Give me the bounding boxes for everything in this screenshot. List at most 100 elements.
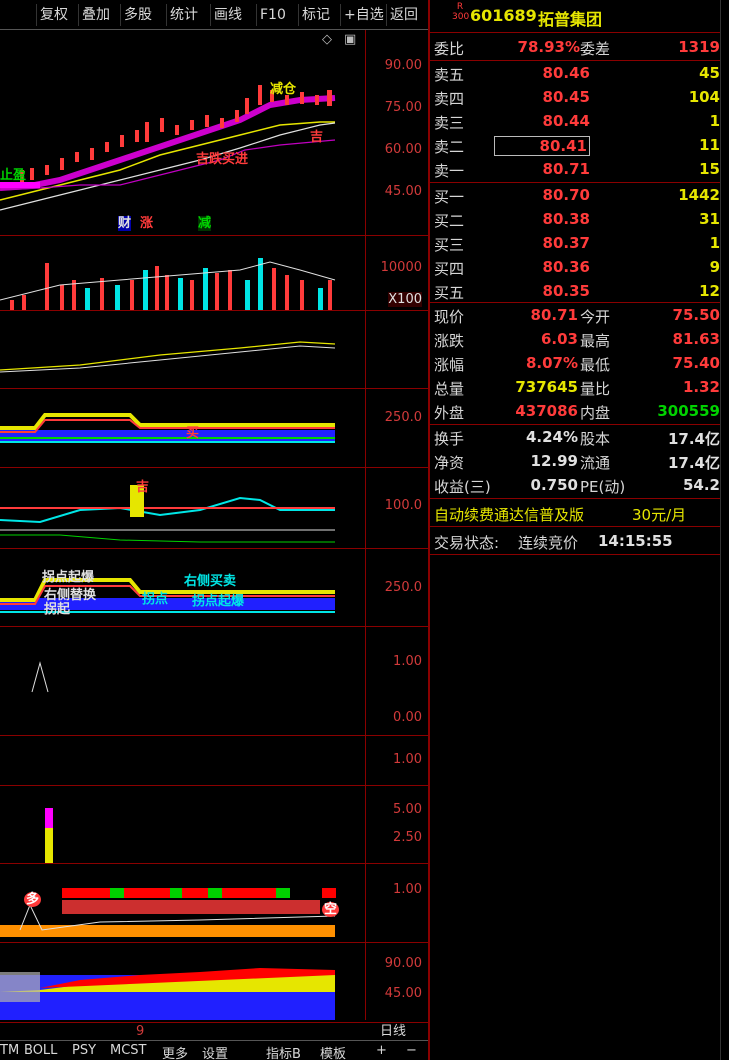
stats-value: 8.07% <box>525 354 578 372</box>
buy-order-volume: 12 <box>699 282 720 300</box>
buy-order-price: 80.38 <box>542 210 590 228</box>
fuquan-button[interactable]: 复权 <box>36 4 71 26</box>
fundamentals-label: 换手 <box>434 430 465 448</box>
axis-main-45: 45.00 <box>384 184 422 199</box>
buy-order-price: 80.70 <box>542 186 590 204</box>
buy-order-row[interactable]: 买四 80.36 9 <box>434 256 722 280</box>
sell-order-price: 80.41 <box>494 136 590 156</box>
indicator-tab-bar: TM BOLL PSY MCST 更多 设置 指标B 模板 + − <box>0 1040 428 1060</box>
mark-button[interactable]: 标记 <box>298 4 333 26</box>
fundamentals-value: 17.4亿 <box>667 454 720 472</box>
ind4-cyan-line <box>0 496 335 524</box>
buy-order-volume: 9 <box>709 258 720 276</box>
buy-order-row[interactable]: 买五 80.35 12 <box>434 280 722 304</box>
tab-psy[interactable]: PSY <box>72 1043 96 1058</box>
stats-label: 最高 <box>580 332 611 350</box>
axis-main-90: 90.00 <box>384 58 422 73</box>
fundamentals-value: 12.99 <box>530 452 578 470</box>
promo-price[interactable]: 30元/月 <box>632 504 686 525</box>
promo-text[interactable]: 自动续费通达信普及版 <box>434 504 584 525</box>
buy-order-label: 买二 <box>434 212 465 230</box>
tab-indicator-b[interactable]: 指标B <box>266 1043 301 1060</box>
buy-order-row[interactable]: 买一 80.70 1442 <box>434 184 722 208</box>
buy-order-label: 买三 <box>434 236 465 254</box>
tab-template[interactable]: 模板 <box>320 1043 346 1060</box>
stats-value: 75.50 <box>672 306 720 324</box>
sell-order-row[interactable]: 卖二 80.41 11 <box>434 134 722 158</box>
axis-vol-10000: 10000 <box>380 260 422 275</box>
f10-button[interactable]: F10 <box>256 4 289 26</box>
axis-main-60: 60.00 <box>384 142 422 157</box>
label-qianshou: 吉 <box>310 130 324 145</box>
sell-order-volume: 11 <box>699 136 720 154</box>
sell-order-row[interactable]: 卖四 80.45 104 <box>434 86 722 110</box>
label-fei: 财 <box>118 216 132 231</box>
stock-name: 拓普集团 <box>538 10 603 29</box>
axis-main-75: 75.00 <box>384 100 422 115</box>
stats-label: 量比 <box>580 380 611 398</box>
multi-stock-button[interactable]: 多股 <box>120 4 155 26</box>
axis-p5-250: 250.0 <box>384 580 422 595</box>
sell-order-label: 卖一 <box>434 162 465 180</box>
stats-row: 外盘 437086 内盘 300559 <box>434 400 722 424</box>
stats-value: 80.71 <box>530 306 578 324</box>
zoom-in-button[interactable]: + <box>376 1043 387 1058</box>
sell-order-row[interactable]: 卖一 80.71 15 <box>434 158 722 182</box>
label-jianchang: 减仓 <box>270 82 297 97</box>
fundamentals-value: 4.24% <box>525 428 578 446</box>
buy-order-volume: 1 <box>709 234 720 252</box>
back-button[interactable]: 返回 <box>386 4 421 26</box>
label-bottom-tick: 9 <box>136 1024 145 1039</box>
fundamentals-row: 净资 12.99 流通 17.4亿 <box>434 450 722 474</box>
weibi-label: 委比 <box>434 40 465 58</box>
axis-p3-250: 250.0 <box>384 410 422 425</box>
ind4-green-line <box>0 534 335 543</box>
kline-chart-area[interactable]: 90.00 75.00 60.00 45.00 10000 X100 250.0… <box>0 30 428 1039</box>
sell-order-volume: 15 <box>699 160 720 178</box>
stacked-area <box>0 968 335 1020</box>
label-zhang: 涨 <box>140 216 154 231</box>
diamond-icon[interactable]: ◇ <box>322 32 332 47</box>
zoom-out-button[interactable]: − <box>406 1043 417 1058</box>
buy-order-row[interactable]: 买三 80.37 1 <box>434 232 722 256</box>
sell-order-row[interactable]: 卖三 80.44 1 <box>434 110 722 134</box>
add-watchlist-button[interactable]: +自选 <box>340 4 387 26</box>
stats-button[interactable]: 统计 <box>166 4 201 26</box>
label-gdqb: 拐点起爆 <box>42 570 95 585</box>
overlay-button[interactable]: 叠加 <box>78 4 113 26</box>
promo-row[interactable]: 自动续费通达信普及版 30元/月 <box>434 502 722 526</box>
window-toggle-icon[interactable]: ▣ <box>344 32 356 47</box>
stats-label: 内盘 <box>580 404 611 422</box>
tab-more[interactable]: 更多 <box>162 1043 188 1060</box>
buy-order-volume: 1442 <box>678 186 720 204</box>
axis-separator <box>365 30 366 1020</box>
buy-order-row[interactable]: 买二 80.38 31 <box>434 208 722 232</box>
chart-toolbar: 复权 叠加 多股 统计 画线 F10 标记 +自选 返回 <box>0 0 428 30</box>
axis-p6-0: 0.00 <box>393 710 422 725</box>
sell-order-volume: 104 <box>688 88 720 106</box>
sell-order-row[interactable]: 卖五 80.46 45 <box>434 62 722 86</box>
fundamentals-row: 换手 4.24% 股本 17.4亿 <box>434 426 722 450</box>
tab-tm[interactable]: TM <box>0 1043 19 1058</box>
label-duo: 多 <box>24 892 42 907</box>
buy-order-label: 买五 <box>434 284 465 302</box>
ratio-row: 委比 78.93% 委差 1319 <box>434 36 722 60</box>
draw-line-button[interactable]: 画线 <box>210 4 245 26</box>
fundamentals-label: 流通 <box>580 454 611 472</box>
trade-status-row: 交易状态: 连续竞价 14:15:55 <box>434 530 722 554</box>
stats-value: 75.40 <box>672 354 720 372</box>
fundamentals-label: 净资 <box>434 454 465 472</box>
label-kong: 空 <box>322 902 340 917</box>
quote-panel: R 300 601689 拓普集团 委比 78.93% 委差 1319 卖五 80… <box>428 0 722 1060</box>
axis-p10-45: 45.00 <box>384 986 422 1001</box>
period-label[interactable]: 日线 <box>380 1024 406 1039</box>
label-k: 拐点 <box>142 592 169 607</box>
tab-boll[interactable]: BOLL <box>24 1043 57 1058</box>
buy-order-price: 80.36 <box>542 258 590 276</box>
tab-settings[interactable]: 设置 <box>202 1043 228 1060</box>
label-jiaqi: 拐点起爆 <box>192 594 245 609</box>
buy-order-label: 买一 <box>434 188 465 206</box>
sell-order-price: 80.46 <box>542 64 590 82</box>
label-rbx: 右侧替换 <box>44 588 97 603</box>
tab-mcst[interactable]: MCST <box>110 1043 147 1058</box>
